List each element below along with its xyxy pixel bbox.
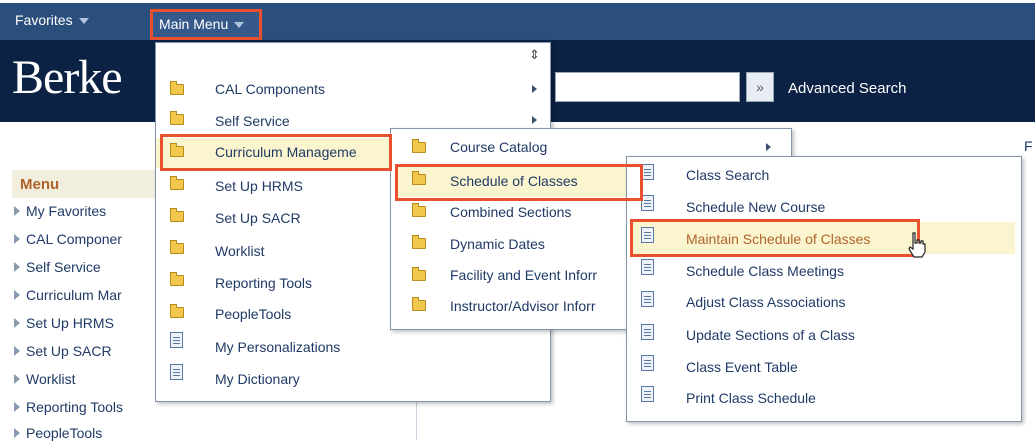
favorites-menu[interactable]: Favorites: [15, 12, 89, 28]
nav-item-set-up-hrms[interactable]: Set Up HRMS: [14, 315, 114, 331]
folder-icon: [170, 272, 184, 286]
dropdown-arrow-icon: [78, 18, 89, 25]
nav-item-self-service[interactable]: Self Service: [14, 259, 101, 275]
callout-maintain-schedule: [630, 219, 920, 257]
nav-item-my-favorites[interactable]: My Favorites: [14, 203, 106, 219]
menu2-item-instructor-advisor[interactable]: Instructor/Advisor Inforr: [450, 298, 628, 314]
brand-logo: Berke: [12, 51, 123, 104]
document-icon: [641, 291, 654, 307]
nav-item-cal-components[interactable]: CAL Componer: [14, 231, 122, 247]
folder-icon: [170, 304, 184, 318]
document-icon: [641, 386, 654, 402]
menu3-item-update-sections[interactable]: Update Sections of a Class: [686, 327, 855, 343]
main-menu-label: Main Menu: [159, 16, 229, 32]
document-icon: [170, 332, 183, 348]
callout-schedule-of-classes: [395, 164, 643, 201]
menu1-item-set-up-sacr[interactable]: Set Up SACR: [215, 210, 301, 226]
document-icon: [641, 259, 654, 275]
folder-icon: [170, 176, 184, 190]
menu2-item-dynamic-dates[interactable]: Dynamic Dates: [450, 236, 545, 252]
menu1-item-reporting-tools[interactable]: Reporting Tools: [215, 275, 312, 291]
document-icon: [641, 355, 654, 371]
main-menu-button[interactable]: Main Menu: [150, 9, 262, 40]
dropdown-arrow-icon: [234, 22, 245, 29]
menu3-item-schedule-class-meetings[interactable]: Schedule Class Meetings: [686, 263, 844, 279]
menu1-item-my-personalizations[interactable]: My Personalizations: [215, 339, 340, 355]
nav-item-set-up-sacr[interactable]: Set Up SACR: [14, 343, 112, 359]
folder-icon: [170, 240, 184, 254]
nav-item-peopletools[interactable]: PeopleTools: [14, 425, 102, 441]
folder-icon: [170, 81, 184, 95]
search-input[interactable]: [555, 72, 740, 102]
folder-icon: [412, 139, 426, 153]
menu1-item-self-service[interactable]: Self Service: [215, 113, 290, 129]
folder-icon: [412, 267, 426, 281]
menu3-item-class-event-table[interactable]: Class Event Table: [686, 359, 798, 375]
folder-icon: [170, 208, 184, 222]
favorites-label: Favorites: [15, 12, 73, 28]
nav-item-worklist[interactable]: Worklist: [14, 371, 76, 387]
folder-icon: [170, 111, 184, 125]
menu2-item-course-catalog[interactable]: Course Catalog: [450, 139, 547, 155]
document-icon: [641, 324, 654, 340]
menu1-item-worklist[interactable]: Worklist: [215, 243, 265, 259]
menu1-item-my-dictionary[interactable]: My Dictionary: [215, 371, 300, 387]
menu1-item-peopletools[interactable]: PeopleTools: [215, 306, 291, 322]
advanced-search-link[interactable]: Advanced Search: [788, 80, 906, 97]
menu3-item-class-search[interactable]: Class Search: [686, 167, 769, 183]
menu2-item-combined-sections[interactable]: Combined Sections: [450, 204, 571, 220]
nav-item-reporting-tools[interactable]: Reporting Tools: [14, 399, 123, 415]
menu2-item-facility-event[interactable]: Facility and Event Inforr: [450, 267, 628, 283]
folder-icon: [412, 203, 426, 217]
submenu-arrow-icon: [532, 85, 537, 93]
hand-cursor-icon: [908, 232, 926, 258]
menu3-item-print-class-schedule[interactable]: Print Class Schedule: [686, 390, 816, 406]
folder-icon: [412, 297, 426, 311]
schedule-of-classes-submenu: [626, 156, 1022, 422]
submenu-arrow-icon: [766, 143, 771, 151]
folder-icon: [412, 235, 426, 249]
truncated-text: F: [1024, 138, 1033, 154]
callout-curriculum-management: [160, 134, 392, 171]
submenu-arrow-icon: [532, 116, 537, 124]
scroll-icon[interactable]: ⇕: [529, 47, 540, 63]
menu1-item-set-up-hrms[interactable]: Set Up HRMS: [215, 178, 303, 194]
menu3-item-adjust-class-associations[interactable]: Adjust Class Associations: [686, 294, 846, 310]
search-go-button[interactable]: »: [746, 72, 774, 102]
menu3-item-schedule-new-course[interactable]: Schedule New Course: [686, 199, 825, 215]
menu1-item-cal-components[interactable]: CAL Components: [215, 81, 325, 97]
document-icon: [170, 364, 183, 380]
nav-item-curriculum[interactable]: Curriculum Mar: [14, 287, 122, 303]
